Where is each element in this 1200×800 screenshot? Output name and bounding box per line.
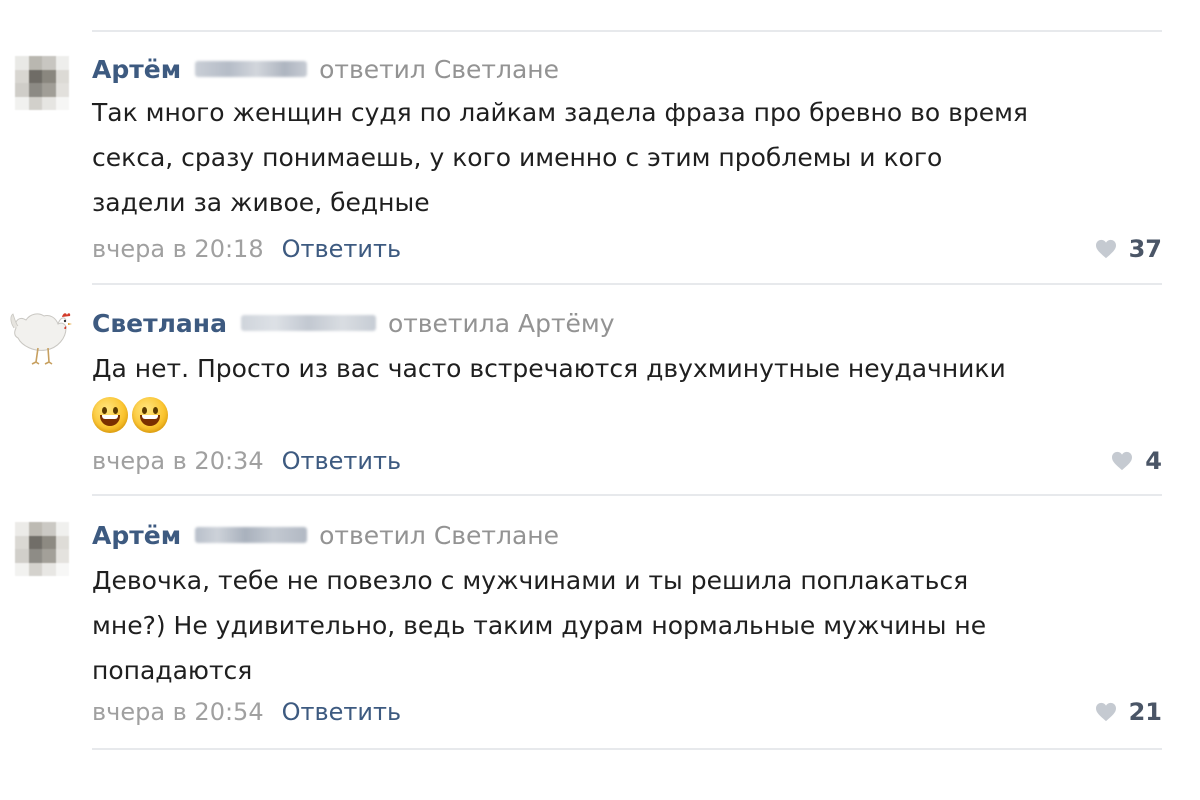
comment-text-line: секса, сразу понимаешь, у кого именно с … — [92, 143, 943, 172]
likes-count: 21 — [1128, 698, 1162, 726]
like-button[interactable]: 37 — [1095, 232, 1162, 266]
comment-text-line: задели за живое, бедные — [92, 188, 430, 217]
comment-timestamp[interactable]: вчера в 20:54 — [92, 698, 264, 726]
heart-icon — [1095, 239, 1116, 259]
comment-divider — [92, 494, 1162, 496]
comment-text-line: мне?) Не удивительно, ведь таким дурам н… — [92, 611, 987, 640]
author-name[interactable]: Артём — [92, 55, 181, 84]
redacted-surname — [240, 315, 376, 331]
reply-button[interactable]: Ответить — [282, 698, 401, 726]
comment-header: Артём ответил Светлане — [92, 518, 559, 552]
heart-icon — [1112, 451, 1133, 471]
comment-header: Светлана ответила Артёму — [92, 306, 615, 340]
comment-text-line: попадаются — [92, 656, 253, 685]
comment-timestamp[interactable]: вчера в 20:34 — [92, 447, 264, 475]
comment-text-line: Девочка, тебе не повезло с мужчинами и т… — [92, 566, 969, 595]
comment-divider — [92, 748, 1162, 750]
likes-count: 4 — [1145, 447, 1162, 475]
reply-button[interactable]: Ответить — [282, 447, 401, 475]
comment-text: Девочка, тебе не повезло с мужчинами и т… — [92, 558, 1172, 693]
author-name[interactable]: Светлана — [92, 309, 227, 338]
pixelated-avatar-icon[interactable] — [15, 522, 69, 576]
comment-divider — [92, 283, 1162, 285]
redacted-surname — [195, 61, 308, 77]
author-name[interactable]: Артём — [92, 521, 181, 550]
hen-avatar-icon[interactable] — [4, 298, 76, 370]
like-button[interactable]: 4 — [1111, 444, 1162, 478]
grinning-face-emoji — [92, 397, 128, 433]
comment-text-line: Так много женщин судя по лайкам задела ф… — [92, 98, 1028, 127]
like-button[interactable]: 21 — [1095, 695, 1162, 729]
reply-to-label[interactable]: ответил Светлане — [319, 55, 559, 84]
reply-to-label[interactable]: ответила Артёму — [388, 309, 615, 338]
comment-text: Да нет. Просто из вас часто встречаются … — [92, 346, 1172, 433]
grinning-face-emoji — [132, 397, 168, 433]
comment-footer: вчера в 20:18 Ответить 37 — [92, 232, 1162, 266]
pixelated-avatar-icon[interactable] — [15, 56, 69, 110]
redacted-surname — [195, 527, 308, 543]
comment-timestamp[interactable]: вчера в 20:18 — [92, 235, 264, 263]
reply-button[interactable]: Ответить — [282, 235, 401, 263]
comment-header: Артём ответил Светлане — [92, 52, 559, 86]
comment-text-line: Да нет. Просто из вас часто встречаются … — [92, 354, 1006, 383]
comment-text: Так много женщин судя по лайкам задела ф… — [92, 90, 1172, 225]
likes-count: 37 — [1128, 235, 1162, 263]
heart-icon — [1095, 702, 1116, 722]
comment-footer: вчера в 20:34 Ответить 4 — [92, 444, 1162, 478]
reply-to-label[interactable]: ответил Светлане — [319, 521, 559, 550]
emoji-row — [92, 397, 1172, 433]
comment-footer: вчера в 20:54 Ответить 21 — [92, 695, 1162, 729]
top-divider — [92, 30, 1162, 32]
